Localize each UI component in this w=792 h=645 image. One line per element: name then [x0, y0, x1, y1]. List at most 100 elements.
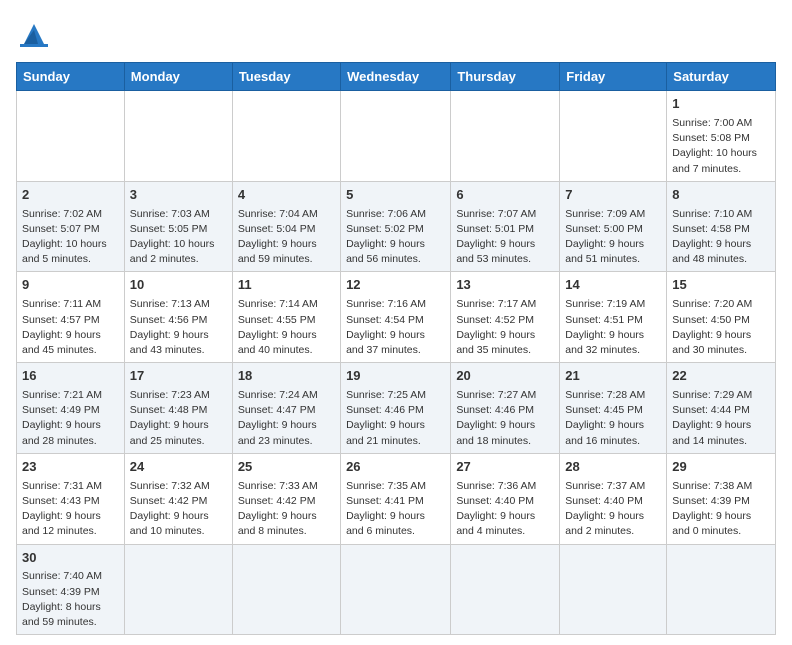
calendar-header: SundayMondayTuesdayWednesdayThursdayFrid… [17, 63, 776, 91]
calendar-week-3: 9 Sunrise: 7:11 AM Sunset: 4:57 PM Daylig… [17, 272, 776, 363]
calendar-cell: 28Sunrise: 7:37 AM Sunset: 4:40 PM Dayli… [560, 453, 667, 544]
calendar-cell [124, 544, 232, 635]
calendar-table: SundayMondayTuesdayWednesdayThursdayFrid… [16, 62, 776, 635]
calendar-cell [560, 544, 667, 635]
day-number: 10 [130, 276, 227, 295]
day-number: 29 [672, 458, 770, 477]
calendar-cell: 30Sunrise: 7:40 AM Sunset: 4:39 PM Dayli… [17, 544, 125, 635]
calendar-cell: 11Sunrise: 7:14 AM Sunset: 4:55 PM Dayli… [232, 272, 340, 363]
calendar-cell: 4Sunrise: 7:04 AM Sunset: 5:04 PM Daylig… [232, 181, 340, 272]
day-number: 4 [238, 186, 335, 205]
day-info: Sunrise: 7:10 AM Sunset: 4:58 PM Dayligh… [672, 207, 770, 268]
day-info: Sunrise: 7:16 AM Sunset: 4:54 PM Dayligh… [346, 297, 445, 358]
weekday-header-saturday: Saturday [667, 63, 776, 91]
day-number: 20 [456, 367, 554, 386]
calendar-cell: 6 Sunrise: 7:07 AM Sunset: 5:01 PM Daylig… [451, 181, 560, 272]
day-number: 8 [672, 186, 770, 205]
calendar-cell: 10Sunrise: 7:13 AM Sunset: 4:56 PM Dayli… [124, 272, 232, 363]
day-info: Sunrise: 7:24 AM Sunset: 4:47 PM Dayligh… [238, 388, 335, 449]
day-number: 24 [130, 458, 227, 477]
day-info: Sunrise: 7:28 AM Sunset: 4:45 PM Dayligh… [565, 388, 661, 449]
day-number: 15 [672, 276, 770, 295]
day-info: Sunrise: 7:23 AM Sunset: 4:48 PM Dayligh… [130, 388, 227, 449]
day-number: 11 [238, 276, 335, 295]
day-number: 1 [672, 95, 770, 114]
day-info: Sunrise: 7:31 AM Sunset: 4:43 PM Dayligh… [22, 479, 119, 540]
calendar-cell: 9 Sunrise: 7:11 AM Sunset: 4:57 PM Daylig… [17, 272, 125, 363]
weekday-header-sunday: Sunday [17, 63, 125, 91]
calendar-body: 1Sunrise: 7:00 AM Sunset: 5:08 PM Daylig… [17, 91, 776, 635]
weekday-header-friday: Friday [560, 63, 667, 91]
day-number: 22 [672, 367, 770, 386]
day-number: 27 [456, 458, 554, 477]
day-number: 5 [346, 186, 445, 205]
day-number: 21 [565, 367, 661, 386]
day-info: Sunrise: 7:17 AM Sunset: 4:52 PM Dayligh… [456, 297, 554, 358]
day-info: Sunrise: 7:32 AM Sunset: 4:42 PM Dayligh… [130, 479, 227, 540]
calendar-cell: 20 Sunrise: 7:27 AM Sunset: 4:46 PM Dayli… [451, 363, 560, 454]
calendar-cell: 23 Sunrise: 7:31 AM Sunset: 4:43 PM Dayli… [17, 453, 125, 544]
calendar-cell: 29 Sunrise: 7:38 AM Sunset: 4:39 PM Dayli… [667, 453, 776, 544]
day-number: 25 [238, 458, 335, 477]
calendar-week-2: 2 Sunrise: 7:02 AM Sunset: 5:07 PM Daylig… [17, 181, 776, 272]
day-info: Sunrise: 7:35 AM Sunset: 4:41 PM Dayligh… [346, 479, 445, 540]
day-info: Sunrise: 7:33 AM Sunset: 4:42 PM Dayligh… [238, 479, 335, 540]
day-info: Sunrise: 7:27 AM Sunset: 4:46 PM Dayligh… [456, 388, 554, 449]
day-number: 17 [130, 367, 227, 386]
calendar-cell: 26 Sunrise: 7:35 AM Sunset: 4:41 PM Dayli… [341, 453, 451, 544]
calendar-cell: 18 Sunrise: 7:24 AM Sunset: 4:47 PM Dayli… [232, 363, 340, 454]
day-number: 14 [565, 276, 661, 295]
day-number: 12 [346, 276, 445, 295]
calendar-cell [560, 91, 667, 182]
day-info: Sunrise: 7:29 AM Sunset: 4:44 PM Dayligh… [672, 388, 770, 449]
day-number: 7 [565, 186, 661, 205]
calendar-cell: 5 Sunrise: 7:06 AM Sunset: 5:02 PM Daylig… [341, 181, 451, 272]
day-number: 23 [22, 458, 119, 477]
day-info: Sunrise: 7:06 AM Sunset: 5:02 PM Dayligh… [346, 207, 445, 268]
day-number: 2 [22, 186, 119, 205]
calendar-cell [232, 544, 340, 635]
day-info: Sunrise: 7:36 AM Sunset: 4:40 PM Dayligh… [456, 479, 554, 540]
weekday-row: SundayMondayTuesdayWednesdayThursdayFrid… [17, 63, 776, 91]
calendar-cell: 8 Sunrise: 7:10 AM Sunset: 4:58 PM Daylig… [667, 181, 776, 272]
day-number: 30 [22, 549, 119, 568]
calendar-cell: 17 Sunrise: 7:23 AM Sunset: 4:48 PM Dayli… [124, 363, 232, 454]
calendar-cell: 7 Sunrise: 7:09 AM Sunset: 5:00 PM Daylig… [560, 181, 667, 272]
day-info: Sunrise: 7:02 AM Sunset: 5:07 PM Dayligh… [22, 207, 119, 268]
calendar-cell [667, 544, 776, 635]
day-number: 26 [346, 458, 445, 477]
calendar-cell [232, 91, 340, 182]
calendar-cell: 3Sunrise: 7:03 AM Sunset: 5:05 PM Daylig… [124, 181, 232, 272]
day-info: Sunrise: 7:07 AM Sunset: 5:01 PM Dayligh… [456, 207, 554, 268]
calendar-cell: 1Sunrise: 7:00 AM Sunset: 5:08 PM Daylig… [667, 91, 776, 182]
calendar-cell: 16 Sunrise: 7:21 AM Sunset: 4:49 PM Dayli… [17, 363, 125, 454]
calendar-week-4: 16 Sunrise: 7:21 AM Sunset: 4:49 PM Dayli… [17, 363, 776, 454]
calendar-cell: 12 Sunrise: 7:16 AM Sunset: 4:54 PM Dayli… [341, 272, 451, 363]
logo-icon [16, 16, 52, 52]
day-info: Sunrise: 7:25 AM Sunset: 4:46 PM Dayligh… [346, 388, 445, 449]
day-number: 16 [22, 367, 119, 386]
day-number: 6 [456, 186, 554, 205]
page: SundayMondayTuesdayWednesdayThursdayFrid… [0, 0, 792, 645]
weekday-header-wednesday: Wednesday [341, 63, 451, 91]
day-number: 13 [456, 276, 554, 295]
calendar-week-1: 1Sunrise: 7:00 AM Sunset: 5:08 PM Daylig… [17, 91, 776, 182]
day-number: 18 [238, 367, 335, 386]
day-info: Sunrise: 7:03 AM Sunset: 5:05 PM Dayligh… [130, 207, 227, 268]
day-number: 19 [346, 367, 445, 386]
day-info: Sunrise: 7:09 AM Sunset: 5:00 PM Dayligh… [565, 207, 661, 268]
calendar-week-5: 23 Sunrise: 7:31 AM Sunset: 4:43 PM Dayli… [17, 453, 776, 544]
day-info: Sunrise: 7:11 AM Sunset: 4:57 PM Dayligh… [22, 297, 119, 358]
calendar-cell: 2 Sunrise: 7:02 AM Sunset: 5:07 PM Daylig… [17, 181, 125, 272]
day-info: Sunrise: 7:40 AM Sunset: 4:39 PM Dayligh… [22, 569, 119, 630]
day-info: Sunrise: 7:38 AM Sunset: 4:39 PM Dayligh… [672, 479, 770, 540]
day-info: Sunrise: 7:37 AM Sunset: 4:40 PM Dayligh… [565, 479, 661, 540]
calendar-cell: 22 Sunrise: 7:29 AM Sunset: 4:44 PM Dayli… [667, 363, 776, 454]
day-number: 9 [22, 276, 119, 295]
calendar-cell: 15Sunrise: 7:20 AM Sunset: 4:50 PM Dayli… [667, 272, 776, 363]
calendar-week-6: 30Sunrise: 7:40 AM Sunset: 4:39 PM Dayli… [17, 544, 776, 635]
calendar-cell [341, 544, 451, 635]
day-info: Sunrise: 7:21 AM Sunset: 4:49 PM Dayligh… [22, 388, 119, 449]
calendar-cell [341, 91, 451, 182]
calendar-cell [451, 544, 560, 635]
